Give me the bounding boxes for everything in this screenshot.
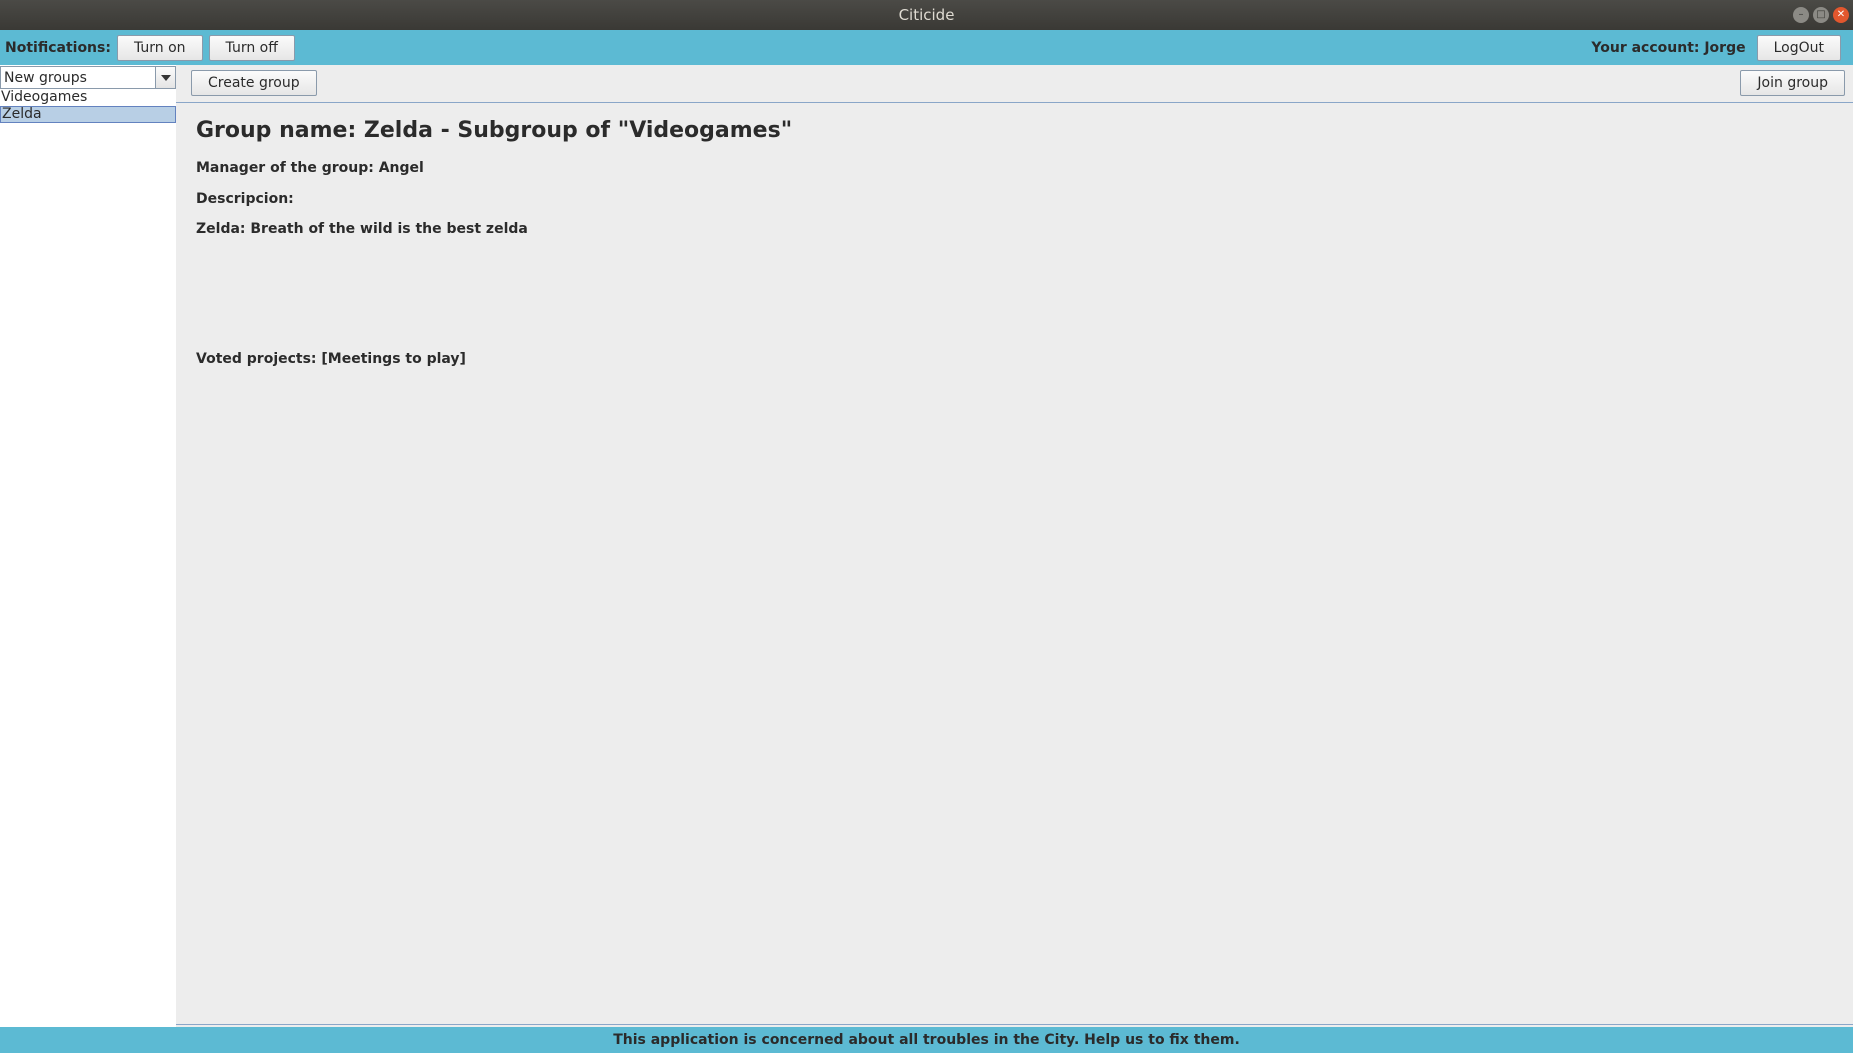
group-list-item-videogames[interactable]: Videogames (0, 89, 176, 106)
logout-button[interactable]: LogOut (1756, 34, 1841, 61)
dropdown-arrow-button[interactable] (155, 67, 175, 88)
group-manager: Manager of the group: Angel (196, 160, 424, 176)
footer-text: This application is concerned about all … (613, 1032, 1240, 1048)
maximize-icon[interactable]: □ (1813, 7, 1829, 23)
group-filter-dropdown[interactable]: New groups (0, 66, 176, 89)
window-controls: – □ ✕ (1793, 7, 1849, 23)
close-icon[interactable]: ✕ (1833, 7, 1849, 23)
description-label: Descripcion: (196, 191, 294, 207)
turn-on-button[interactable]: Turn on (116, 34, 203, 61)
group-list: Videogames Zelda (0, 89, 176, 123)
chevron-down-icon (160, 74, 171, 81)
group-list-item-zelda[interactable]: Zelda (0, 106, 176, 123)
voted-projects: Voted projects: [Meetings to play] (196, 351, 466, 367)
notifications-label: Notifications: (5, 39, 111, 56)
window-title: Citicide (898, 6, 955, 24)
notifications-bar: Notifications: Turn on Turn off Your acc… (0, 30, 1853, 65)
account-label: Your account: Jorge (1591, 39, 1746, 56)
group-title: Group name: Zelda - Subgroup of "Videoga… (196, 118, 793, 143)
group-filter-value: New groups (4, 69, 87, 86)
footer-bar: This application is concerned about all … (0, 1027, 1853, 1053)
minimize-icon[interactable]: – (1793, 7, 1809, 23)
groups-sidebar: New groups Videogames Zelda (0, 65, 176, 1027)
join-group-button[interactable]: Join group (1740, 70, 1845, 96)
turn-off-button[interactable]: Turn off (208, 34, 295, 61)
main-toolbar: Create group Join group (176, 65, 1853, 103)
window-titlebar: Citicide – □ ✕ (0, 0, 1853, 30)
group-details-panel: Group name: Zelda - Subgroup of "Videoga… (176, 104, 1853, 1025)
group-description: Zelda: Breath of the wild is the best ze… (196, 221, 528, 237)
create-group-button[interactable]: Create group (191, 70, 317, 96)
